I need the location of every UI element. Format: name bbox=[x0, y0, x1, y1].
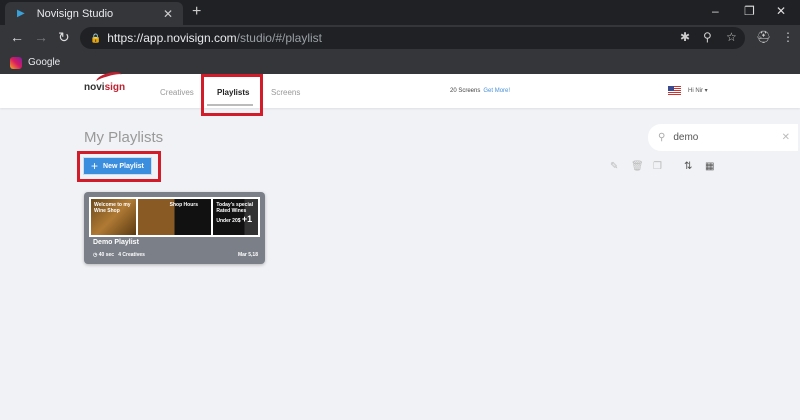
playlist-date: Mar 5,18 bbox=[237, 252, 258, 258]
reload-icon[interactable]: ↻ bbox=[58, 29, 70, 46]
clock-icon: ◷ bbox=[93, 252, 98, 258]
bookmark-google[interactable]: Google bbox=[28, 57, 60, 68]
trash-icon[interactable]: 🗑 bbox=[631, 161, 644, 172]
search-value: demo bbox=[673, 132, 699, 143]
close-tab-icon[interactable]: ✕ bbox=[163, 7, 173, 21]
menu-icon[interactable]: ⋮ bbox=[782, 30, 794, 44]
highlight-box-playlists bbox=[201, 74, 263, 116]
grid-view-icon[interactable]: ▦ bbox=[705, 161, 714, 172]
url-host: https://app.novisign.com bbox=[107, 31, 237, 45]
nav-creatives[interactable]: Creatives bbox=[160, 88, 194, 97]
thumbnail: Today's special Rated Wines Under 20$ +1 bbox=[213, 199, 259, 235]
user-menu[interactable]: Hi Nir ▾ bbox=[688, 87, 708, 94]
url-path: /studio/#/playlist bbox=[236, 31, 323, 45]
thumbnails: Welcome to my Wine Shop Shop Hours Today… bbox=[89, 197, 260, 237]
screens-count: 20 Screens Get More! bbox=[450, 88, 511, 94]
playlist-card[interactable]: Welcome to my Wine Shop Shop Hours Today… bbox=[84, 192, 265, 264]
extension-icon[interactable]: ✱ bbox=[680, 30, 690, 44]
playlist-meta: ◷ 40 sec 4 Creatives Mar 5,18 bbox=[93, 252, 258, 258]
browser-tab-bar: ▶ Novisign Studio ✕ + – ❐ ✕ bbox=[0, 0, 800, 25]
minimize-icon[interactable]: – bbox=[712, 4, 719, 18]
more-count: +1 bbox=[241, 214, 253, 224]
incognito-icon[interactable]: ⛑ bbox=[756, 30, 771, 44]
url-input[interactable]: 🔒 https://app.novisign.com/studio/#/play… bbox=[80, 27, 745, 49]
back-icon[interactable]: ← bbox=[10, 29, 24, 45]
duration: 40 sec bbox=[98, 252, 115, 258]
forward-icon[interactable]: → bbox=[34, 29, 48, 45]
thumbnail: Shop Hours bbox=[137, 199, 212, 235]
new-playlist-button[interactable]: + New Playlist bbox=[83, 157, 152, 175]
close-window-icon[interactable]: ✕ bbox=[776, 4, 786, 18]
sort-icon[interactable]: ⇅ bbox=[684, 161, 692, 172]
bookmarks-bar: Google bbox=[0, 51, 800, 74]
browser-tab[interactable]: ▶ Novisign Studio ✕ bbox=[5, 2, 183, 25]
us-flag-icon[interactable] bbox=[668, 86, 681, 95]
new-tab-icon[interactable]: + bbox=[192, 3, 201, 21]
star-icon[interactable]: ☆ bbox=[726, 30, 737, 44]
duplicate-icon[interactable]: ❐ bbox=[653, 161, 662, 172]
creatives-count: 4 Creatives bbox=[118, 252, 145, 258]
instagram-icon bbox=[10, 56, 22, 69]
tab-title: Novisign Studio bbox=[36, 7, 114, 20]
nav-screens[interactable]: Screens bbox=[271, 88, 300, 97]
edit-icon[interactable]: ✎ bbox=[610, 161, 618, 172]
plus-icon: + bbox=[91, 159, 99, 173]
maximize-icon[interactable]: ❐ bbox=[744, 4, 755, 18]
search-icon: ⚲ bbox=[658, 132, 666, 143]
thumbnail: Welcome to my Wine Shop bbox=[91, 199, 136, 235]
page-title: My Playlists bbox=[84, 129, 164, 146]
address-bar-row: ← → ↻ 🔒 https://app.novisign.com/studio/… bbox=[0, 25, 800, 51]
clear-icon[interactable]: ✕ bbox=[782, 132, 790, 143]
app-header: novisign Creatives Playlists Screens 20 … bbox=[0, 69, 800, 116]
search-input[interactable]: ⚲ demo ✕ bbox=[648, 124, 798, 151]
playlist-name: Demo Playlist bbox=[93, 239, 139, 246]
get-more-link[interactable]: Get More! bbox=[483, 88, 510, 94]
lock-icon: 🔒 bbox=[90, 32, 102, 43]
zoom-icon[interactable]: ⚲ bbox=[703, 30, 712, 44]
logo[interactable]: novisign bbox=[84, 82, 125, 93]
play-icon: ▶ bbox=[17, 8, 25, 19]
